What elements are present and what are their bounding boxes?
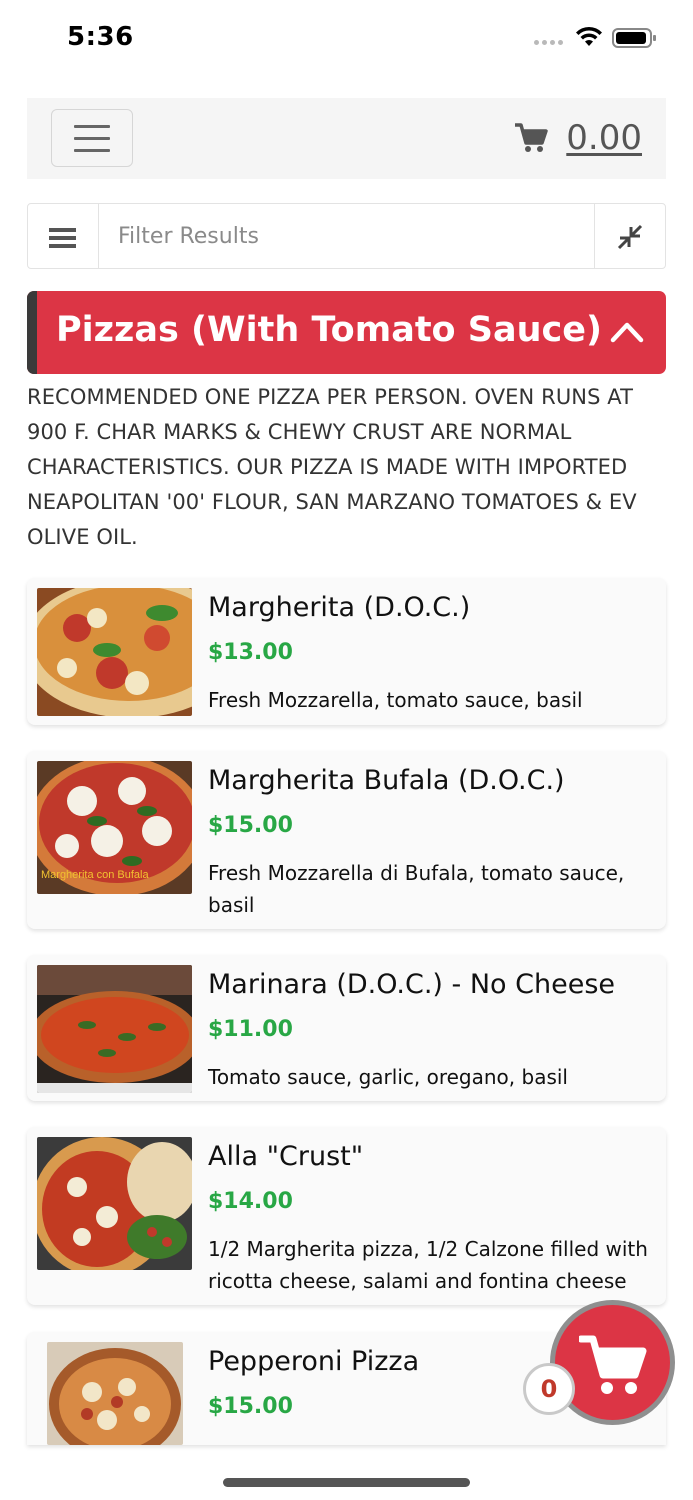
item-price: $11.00 bbox=[208, 1017, 293, 1042]
pizza-image bbox=[37, 965, 192, 1093]
collapse-button[interactable] bbox=[594, 204, 665, 268]
category-menu-button[interactable] bbox=[28, 204, 99, 268]
status-bar: 5:36 bbox=[0, 0, 693, 80]
floating-cart-button[interactable] bbox=[550, 1300, 675, 1425]
item-name: Marinara (D.O.C.) - No Cheese bbox=[208, 969, 616, 1000]
menu-item[interactable]: Alla "Crust" $14.00 1/2 Margherita pizza… bbox=[27, 1127, 666, 1305]
category-description: RECOMMENDED ONE PIZZA PER PERSON. OVEN R… bbox=[27, 385, 637, 549]
item-description: Tomato sauce, garlic, oregano, basil bbox=[208, 1065, 568, 1089]
filter-bar bbox=[27, 203, 666, 269]
item-price: $15.00 bbox=[208, 813, 293, 838]
home-indicator[interactable] bbox=[223, 1478, 470, 1487]
pizza-image bbox=[37, 1137, 192, 1270]
menu-toggle-button[interactable] bbox=[51, 109, 133, 167]
pizza-image bbox=[47, 1342, 183, 1445]
signal-icon bbox=[534, 40, 566, 48]
item-description: 1/2 Margherita pizza, 1/2 Calzone filled… bbox=[208, 1237, 648, 1293]
menu-item[interactable]: Margherita (D.O.C.) $13.00 Fresh Mozzare… bbox=[27, 578, 666, 725]
cart-total-link[interactable]: 0.00 bbox=[514, 118, 642, 158]
item-description: Fresh Mozzarella di Bufala, tomato sauce… bbox=[208, 861, 625, 917]
item-description: Fresh Mozzarella, tomato sauce, basil bbox=[208, 688, 583, 712]
cart-icon bbox=[515, 123, 549, 152]
item-name: Pepperoni Pizza bbox=[208, 1346, 420, 1377]
item-price: $15.00 bbox=[208, 1394, 293, 1419]
filter-input[interactable] bbox=[99, 204, 594, 268]
category-header[interactable]: Pizzas (With Tomato Sauce) bbox=[27, 291, 666, 374]
compress-icon bbox=[617, 224, 643, 250]
item-price: $14.00 bbox=[208, 1189, 293, 1214]
item-name: Margherita Bufala (D.O.C.) bbox=[208, 765, 565, 796]
category-title: Pizzas (With Tomato Sauce) bbox=[56, 310, 603, 350]
pizza-image bbox=[37, 588, 192, 716]
status-time: 5:36 bbox=[67, 22, 134, 52]
shopping-cart-icon bbox=[579, 1335, 647, 1394]
item-name: Margherita (D.O.C.) bbox=[208, 592, 471, 623]
pizza-image: Margherita con Bufala bbox=[37, 761, 192, 894]
battery-icon bbox=[612, 28, 656, 48]
menu-item[interactable]: Marinara (D.O.C.) - No Cheese $11.00 Tom… bbox=[27, 955, 666, 1101]
item-name: Alla "Crust" bbox=[208, 1141, 364, 1172]
cart-count-badge: 0 bbox=[523, 1363, 575, 1415]
item-price: $13.00 bbox=[208, 640, 293, 665]
hamburger-icon bbox=[74, 125, 110, 128]
chevron-up-icon bbox=[610, 322, 644, 343]
wifi-icon bbox=[576, 26, 602, 46]
list-icon bbox=[49, 228, 76, 232]
cart-total[interactable]: 0.00 bbox=[566, 118, 642, 158]
navbar: 0.00 bbox=[27, 98, 666, 179]
image-caption: Margherita con Bufala bbox=[41, 869, 149, 881]
menu-item[interactable]: Margherita con Bufala Margherita Bufala … bbox=[27, 751, 666, 929]
